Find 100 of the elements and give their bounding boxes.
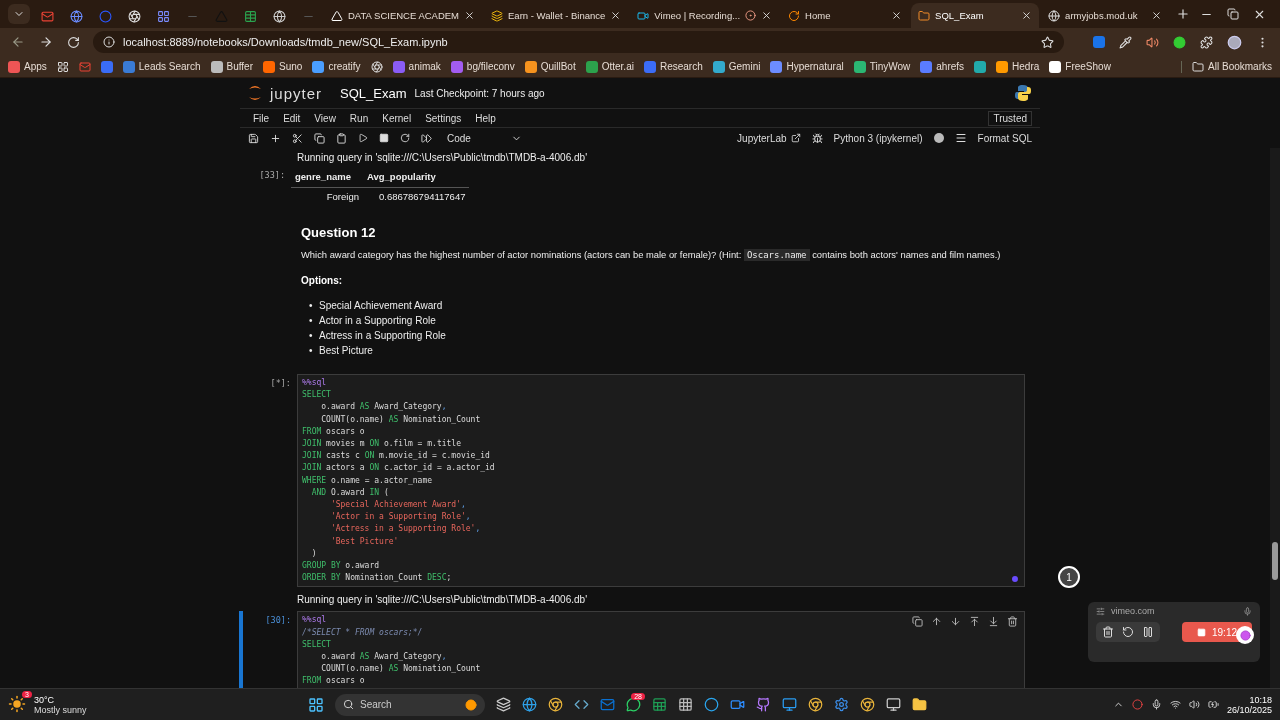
all-bookmarks-link[interactable]: All Bookmarks xyxy=(1208,61,1272,72)
github-icon[interactable] xyxy=(756,697,771,712)
volume-icon[interactable] xyxy=(1188,699,1200,710)
tab-search-button[interactable] xyxy=(8,4,30,24)
search-icon[interactable] xyxy=(343,699,354,710)
browser-icon[interactable] xyxy=(548,697,563,712)
bookmark-link[interactable]: ahrefs xyxy=(920,60,965,73)
bookmark-link[interactable]: Leads Search xyxy=(122,60,201,73)
aperture-icon[interactable] xyxy=(128,9,141,23)
scrollbar-thumb[interactable] xyxy=(1272,542,1278,580)
grid-icon[interactable] xyxy=(678,697,693,712)
menu-item[interactable]: Run xyxy=(344,110,374,126)
bookmark-link[interactable]: Hedra xyxy=(996,60,1040,73)
monitor-icon[interactable] xyxy=(886,697,901,712)
jupyterlab-link[interactable]: JupyterLab xyxy=(737,132,801,144)
restart-icon[interactable] xyxy=(1122,626,1134,638)
menu-item[interactable]: Kernel xyxy=(377,110,417,126)
circle-icon[interactable] xyxy=(704,697,719,712)
globe-icon[interactable] xyxy=(522,697,537,712)
arrow-down-icon[interactable] xyxy=(950,616,961,628)
paste-icon[interactable] xyxy=(336,132,347,144)
layers-icon[interactable] xyxy=(496,697,511,712)
start-icon[interactable] xyxy=(308,696,324,713)
browser-tab[interactable]: DATA SCIENCE ACADEM xyxy=(324,3,483,28)
menu-item[interactable]: View xyxy=(309,110,341,126)
bookmark-link[interactable]: animak xyxy=(392,60,441,73)
restore-icon[interactable] xyxy=(1227,7,1239,20)
close-icon[interactable] xyxy=(610,10,622,21)
wifi-icon[interactable] xyxy=(1169,699,1181,710)
bookmark-link[interactable]: QuillBot xyxy=(524,60,576,73)
browser-tab[interactable]: armyjobs.mod.uk xyxy=(1041,3,1170,28)
plus-icon[interactable] xyxy=(270,132,281,144)
close-icon[interactable] xyxy=(761,10,773,21)
browser-tab[interactable]: Vimeo | Recording... xyxy=(630,3,780,28)
cell-type-dropdown[interactable]: Code xyxy=(443,132,526,144)
browser-icon[interactable] xyxy=(808,697,823,712)
circle-icon[interactable] xyxy=(1131,699,1143,710)
close-icon[interactable] xyxy=(891,10,903,21)
restart-icon[interactable] xyxy=(400,133,410,143)
grid-icon[interactable] xyxy=(157,9,170,23)
bookmark-link[interactable]: Buffer xyxy=(210,60,253,73)
grid-icon[interactable] xyxy=(56,60,69,73)
bookmark-link[interactable]: Hypernatural xyxy=(770,60,844,73)
globe-icon[interactable] xyxy=(273,9,286,23)
arrow-up-icon[interactable] xyxy=(931,616,942,628)
bookmark-link[interactable]: creatify xyxy=(312,60,361,73)
selected-code-cell[interactable]: %%sql /*SELECT * FROM oscars;*/ SELECT o.award AS Award_Category, COUNT(o.name) AS Nomination_Count FROM oscars o xyxy=(297,611,1025,688)
insert-below-icon[interactable] xyxy=(988,616,999,628)
address-bar[interactable]: localhost:8889/notebooks/Downloads/tmdb_new/SQL_Exam.ipynb xyxy=(93,31,1064,53)
menu-item[interactable]: Edit xyxy=(278,110,306,126)
bug-icon[interactable] xyxy=(811,132,823,144)
aperture-icon[interactable] xyxy=(370,60,383,73)
menu-item[interactable]: Help xyxy=(470,110,501,126)
battery-icon[interactable] xyxy=(1207,699,1219,710)
bookmark-link[interactable]: TinyWow xyxy=(853,60,911,73)
code-cell[interactable] xyxy=(297,374,1025,588)
trash-icon[interactable] xyxy=(1007,616,1018,628)
search-field[interactable]: Search xyxy=(335,693,485,716)
close-icon[interactable] xyxy=(1021,10,1033,21)
browser-tab[interactable]: Earn - Wallet - Binance xyxy=(484,3,629,28)
copy-icon[interactable] xyxy=(912,616,923,628)
menu-icon[interactable] xyxy=(954,132,967,144)
mail-icon[interactable] xyxy=(600,697,615,712)
bookmark-link[interactable]: Gemini xyxy=(712,60,761,73)
bookmark-link[interactable]: Research xyxy=(643,60,703,73)
settings-icon[interactable] xyxy=(834,697,849,712)
mail-icon[interactable] xyxy=(78,60,91,73)
close-icon[interactable] xyxy=(464,10,476,21)
circle-icon[interactable] xyxy=(99,9,112,23)
close-icon[interactable] xyxy=(1151,10,1163,21)
trash-icon[interactable] xyxy=(1102,626,1114,638)
browser-tab[interactable]: SQL_Exam xyxy=(911,3,1040,28)
bookmark-link[interactable]: bg/fileconv xyxy=(450,60,515,73)
monitor-icon[interactable] xyxy=(782,697,797,712)
bookmark-link[interactable]: Otter.ai xyxy=(585,60,634,73)
menu-item[interactable]: Settings xyxy=(420,110,467,126)
star-icon[interactable] xyxy=(1041,35,1054,49)
browser-icon[interactable] xyxy=(860,697,875,712)
folder-icon[interactable] xyxy=(912,697,927,712)
bookmark-link[interactable]: Apps xyxy=(8,60,47,73)
bookmark-link[interactable]: FreeShow xyxy=(1049,60,1111,73)
code-icon[interactable] xyxy=(574,697,589,712)
menu-item[interactable]: File xyxy=(248,110,275,126)
globe-icon[interactable] xyxy=(70,9,83,23)
mail-icon[interactable] xyxy=(41,9,54,23)
copy-icon[interactable] xyxy=(314,132,325,144)
mic-icon[interactable] xyxy=(1150,699,1162,710)
table-icon[interactable] xyxy=(244,9,257,23)
pause-icon[interactable] xyxy=(1142,626,1154,638)
spreadsheet-icon[interactable] xyxy=(652,697,667,712)
format-sql-button[interactable]: Format SQL xyxy=(977,132,1032,144)
video-icon[interactable] xyxy=(730,697,745,712)
notebook-title[interactable]: SQL_Exam xyxy=(340,85,407,101)
bookmark-link[interactable]: Suno xyxy=(263,60,303,73)
cut-icon[interactable] xyxy=(292,132,303,144)
browser-tab[interactable]: Home xyxy=(781,3,910,28)
insert-above-icon[interactable] xyxy=(969,616,980,628)
external-link-icon[interactable] xyxy=(790,133,801,143)
save-icon[interactable] xyxy=(248,132,259,144)
run-icon[interactable] xyxy=(358,133,368,143)
